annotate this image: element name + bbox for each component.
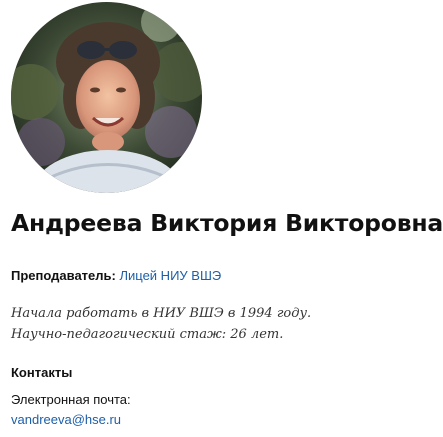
email-label: Электронная почта:	[11, 392, 131, 407]
role-line: Преподаватель: Лицей НИУ ВШЭ	[11, 268, 221, 283]
contacts-heading: Контакты	[11, 365, 73, 380]
person-name: Андреева Виктория Викторовна	[11, 209, 443, 237]
avatar	[11, 2, 202, 193]
role-label: Преподаватель:	[11, 268, 116, 283]
experience-text: Научно-педагогический стаж: 26 лет.	[11, 327, 284, 342]
email-link[interactable]: vandreeva@hse.ru	[11, 412, 121, 427]
role-link[interactable]: Лицей НИУ ВШЭ	[119, 268, 221, 283]
work-info: Начала работать в НИУ ВШЭ в 1994 году. Н…	[11, 282, 311, 345]
profile-page: Андреева Виктория Викторовна Преподавате…	[0, 0, 443, 437]
started-text: Начала работать в НИУ ВШЭ в 1994 году.	[11, 306, 312, 321]
